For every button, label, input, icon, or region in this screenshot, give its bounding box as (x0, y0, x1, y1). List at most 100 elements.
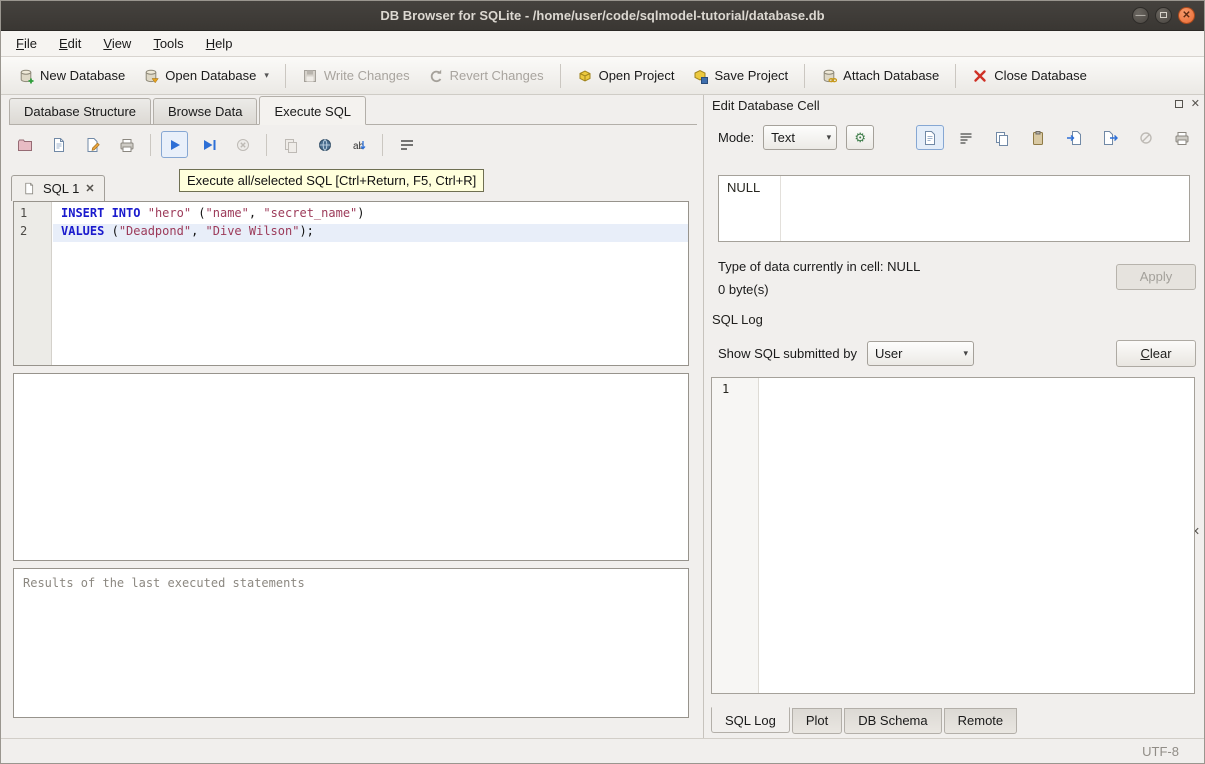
export-cell-icon (1102, 130, 1118, 146)
new-database-button[interactable]: New Database (9, 63, 134, 89)
close-button[interactable]: ✕ (1178, 7, 1195, 24)
main-area: Database Structure Browse Data Execute S… (1, 95, 1204, 738)
save-sql-as-button[interactable] (79, 131, 106, 158)
copy-cell-button[interactable] (988, 125, 1016, 150)
open-project-button[interactable]: Open Project (568, 63, 684, 89)
open-project-icon (577, 68, 593, 84)
attach-database-icon (821, 68, 837, 84)
mode-select-caret-icon: ▾ (827, 132, 832, 143)
cell-size-info: 0 byte(s) (718, 282, 769, 297)
close-database-icon (972, 68, 988, 84)
import-cell-icon (1066, 130, 1082, 146)
format-sql-button[interactable]: ab (345, 131, 372, 158)
submitted-by-select[interactable]: User ▾ (867, 341, 974, 366)
open-database-button[interactable]: Open Database ▾ (134, 63, 278, 89)
print-cell-button[interactable] (1168, 125, 1196, 150)
cell-type-info: Type of data currently in cell: NULL (718, 259, 920, 274)
open-sql-file-icon (17, 137, 33, 153)
execute-tooltip: Execute all/selected SQL [Ctrl+Return, F… (179, 169, 484, 192)
write-changes-button: Write Changes (293, 63, 419, 89)
execute-all-icon (167, 137, 183, 153)
menu-item-tools[interactable]: Tools (142, 31, 194, 56)
close-dock-icon[interactable]: ✕ (1191, 99, 1200, 109)
sql-file-tab[interactable]: SQL 1 ✕ (11, 175, 105, 201)
sql-editor[interactable]: 12 INSERT INTO "hero" ("name", "secret_n… (13, 201, 689, 366)
maximize-icon (1160, 12, 1167, 18)
cell-value-editor[interactable]: NULL (718, 175, 1190, 242)
sql-file-tabbar: SQL 1 ✕ (11, 171, 105, 201)
export-cell-button[interactable] (1096, 125, 1124, 150)
minimize-button[interactable]: — (1132, 7, 1149, 24)
execute-current-line-button[interactable] (195, 131, 222, 158)
cell-value: NULL (727, 180, 760, 195)
toolbar-separator (560, 64, 561, 88)
execution-log-panel[interactable]: Results of the last executed statements (13, 568, 689, 718)
open-database-dropdown-icon[interactable]: ▾ (264, 70, 269, 81)
editor-code-area[interactable]: INSERT INTO "hero" ("name", "secret_name… (53, 202, 688, 365)
close-icon: ✕ (1182, 10, 1190, 21)
maximize-button[interactable] (1155, 7, 1172, 24)
save-sql-file-button[interactable] (45, 131, 72, 158)
save-sql-as-icon (85, 137, 101, 153)
save-project-button[interactable]: Save Project (683, 63, 797, 89)
open-database-icon (143, 68, 159, 84)
window-controls: — ✕ (1132, 7, 1195, 24)
stop-execution-button (229, 131, 256, 158)
editor-line[interactable]: VALUES ("Deadpond", "Dive Wilson"); (53, 224, 688, 242)
main-tabbar: Database Structure Browse Data Execute S… (9, 97, 697, 125)
tab-database-structure[interactable]: Database Structure (9, 98, 151, 124)
open-in-browser-button[interactable] (311, 131, 338, 158)
float-dock-icon[interactable] (1175, 100, 1183, 108)
sql-file-tab-close-icon[interactable]: ✕ (85, 182, 94, 195)
sql-log-view[interactable]: 1 (711, 377, 1195, 694)
write-changes-icon (302, 68, 318, 84)
import-cell-button[interactable] (1060, 125, 1088, 150)
clear-log-button[interactable]: Clear (1116, 340, 1196, 367)
editor-line[interactable]: INSERT INTO "hero" ("name", "secret_name… (53, 206, 688, 224)
filter-label: Show SQL submitted by (718, 346, 857, 361)
dock-tab-sql-log[interactable]: SQL Log (711, 707, 790, 733)
text-view-button[interactable] (916, 125, 944, 150)
gear-icon: ⚙ (854, 130, 866, 146)
dock-tab-remote[interactable]: Remote (944, 708, 1018, 734)
mode-select-value: Text (771, 130, 795, 145)
cell-mode-row: Mode: Text ▾ ⚙ (718, 125, 874, 150)
app-window: DB Browser for SQLite - /home/user/code/… (0, 0, 1205, 764)
editor-line-number: 2 (14, 224, 51, 242)
editor-gutter: 12 (14, 202, 52, 365)
encoding-label: UTF-8 (1142, 744, 1179, 759)
print-sql-button[interactable] (113, 131, 140, 158)
dock-tab-plot[interactable]: Plot (792, 708, 842, 734)
word-wrap-cell-button[interactable] (952, 125, 980, 150)
paste-cell-icon (1030, 130, 1046, 146)
window-titlebar[interactable]: DB Browser for SQLite - /home/user/code/… (1, 1, 1204, 31)
menu-item-file[interactable]: File (5, 31, 48, 56)
menu-item-edit[interactable]: Edit (48, 31, 92, 56)
dock-area: Edit Database Cell ✕ Mode: Text ▾ ⚙ (703, 95, 1205, 738)
tab-browse-data[interactable]: Browse Data (153, 98, 257, 124)
save-sql-file-icon (51, 137, 67, 153)
main-toolbar: New Database Open Database ▾ Write Chang… (1, 57, 1204, 95)
sql-file-tab-icon (21, 182, 37, 195)
attach-database-button[interactable]: Attach Database (812, 63, 948, 89)
sql-log-gutter: 1 (712, 378, 759, 693)
tab-execute-sql[interactable]: Execute SQL (259, 96, 366, 125)
execute-all-button[interactable] (161, 131, 188, 158)
menu-item-view[interactable]: View (92, 31, 142, 56)
sql-log-dock-header: SQL Log ✕ (704, 309, 1205, 331)
close-database-button[interactable]: Close Database (963, 63, 1096, 89)
mode-select[interactable]: Text ▾ (763, 125, 837, 150)
open-sql-file-button[interactable] (11, 131, 38, 158)
paste-cell-button[interactable] (1024, 125, 1052, 150)
sql-log-line-number: 1 (722, 382, 729, 396)
results-grid-panel[interactable] (13, 373, 689, 561)
format-sql-icon: ab (351, 137, 367, 153)
dock-tab-db-schema[interactable]: DB Schema (844, 708, 941, 734)
menu-item-help[interactable]: Help (195, 31, 244, 56)
window-title: DB Browser for SQLite - /home/user/code/… (380, 8, 824, 23)
cell-settings-button[interactable]: ⚙ (846, 125, 874, 150)
copy-cell-icon (994, 130, 1010, 146)
word-wrap-button[interactable] (393, 131, 420, 158)
toolbar-separator (804, 64, 805, 88)
revert-changes-button: Revert Changes (419, 63, 553, 89)
